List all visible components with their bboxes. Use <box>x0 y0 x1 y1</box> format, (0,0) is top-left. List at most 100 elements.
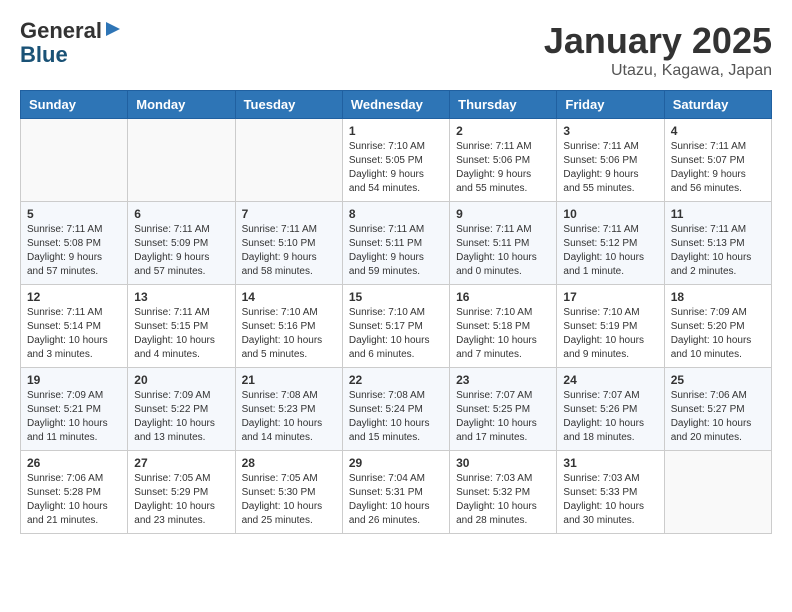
day-info: Sunrise: 7:10 AM Sunset: 5:18 PM Dayligh… <box>456 306 550 362</box>
calendar-cell: 5Sunrise: 7:11 AM Sunset: 5:08 PM Daylig… <box>21 202 128 285</box>
day-info: Sunrise: 7:06 AM Sunset: 5:27 PM Dayligh… <box>671 389 765 445</box>
day-number: 11 <box>671 207 765 221</box>
day-info: Sunrise: 7:10 AM Sunset: 5:16 PM Dayligh… <box>242 306 336 362</box>
day-number: 15 <box>349 290 443 304</box>
calendar-week-row: 26 Sunrise: 7:06 AM Sunset: 5:28 PM Dayli… <box>21 451 772 534</box>
day-number: 30 <box>456 456 550 470</box>
day-info: Sunrise: 7:06 AM Sunset: 5:28 PM Dayligh… <box>27 472 121 528</box>
day-of-week-header: Monday <box>128 91 235 119</box>
day-info: Sunrise: 7:11 AM Sunset: 5:08 PM Dayligh… <box>27 223 121 279</box>
day-number: 24 <box>563 373 657 387</box>
logo-general: General <box>20 20 102 42</box>
day-number: 3 <box>563 124 657 138</box>
calendar-cell: 4 Sunrise: 7:11 AM Sunset: 5:07 PM Daylig… <box>664 119 771 202</box>
calendar-cell: 7Sunrise: 7:11 AM Sunset: 5:10 PM Daylig… <box>235 202 342 285</box>
calendar-cell: 30 Sunrise: 7:03 AM Sunset: 5:32 PM Dayli… <box>450 451 557 534</box>
day-info: Sunrise: 7:04 AM Sunset: 5:31 PM Dayligh… <box>349 472 443 528</box>
logo: General Blue <box>20 20 122 68</box>
calendar-cell: 15 Sunrise: 7:10 AM Sunset: 5:17 PM Dayli… <box>342 285 449 368</box>
day-number: 26 <box>27 456 121 470</box>
day-info: Sunrise: 7:08 AM Sunset: 5:23 PM Dayligh… <box>242 389 336 445</box>
calendar-cell: 12 Sunrise: 7:11 AM Sunset: 5:14 PM Dayli… <box>21 285 128 368</box>
day-number: 13 <box>134 290 228 304</box>
day-number: 29 <box>349 456 443 470</box>
day-of-week-header: Wednesday <box>342 91 449 119</box>
calendar-cell <box>664 451 771 534</box>
calendar-week-row: 1 Sunrise: 7:10 AM Sunset: 5:05 PM Daylig… <box>21 119 772 202</box>
day-info: Sunrise: 7:10 AM Sunset: 5:05 PM Dayligh… <box>349 140 443 196</box>
day-number: 12 <box>27 290 121 304</box>
calendar-cell: 17 Sunrise: 7:10 AM Sunset: 5:19 PM Dayli… <box>557 285 664 368</box>
day-of-week-header: Saturday <box>664 91 771 119</box>
calendar-cell: 18 Sunrise: 7:09 AM Sunset: 5:20 PM Dayli… <box>664 285 771 368</box>
day-info: Sunrise: 7:11 AM Sunset: 5:12 PM Dayligh… <box>563 223 657 279</box>
title-block: January 2025 Utazu, Kagawa, Japan <box>544 20 772 80</box>
calendar-cell: 10 Sunrise: 7:11 AM Sunset: 5:12 PM Dayli… <box>557 202 664 285</box>
day-number: 9 <box>456 207 550 221</box>
day-info: Sunrise: 7:09 AM Sunset: 5:22 PM Dayligh… <box>134 389 228 445</box>
day-info: Sunrise: 7:03 AM Sunset: 5:32 PM Dayligh… <box>456 472 550 528</box>
day-info: Sunrise: 7:09 AM Sunset: 5:20 PM Dayligh… <box>671 306 765 362</box>
day-info: Sunrise: 7:11 AM Sunset: 5:06 PM Dayligh… <box>456 140 550 196</box>
day-info: Sunrise: 7:08 AM Sunset: 5:24 PM Dayligh… <box>349 389 443 445</box>
calendar-cell: 31 Sunrise: 7:03 AM Sunset: 5:33 PM Dayli… <box>557 451 664 534</box>
day-number: 16 <box>456 290 550 304</box>
calendar-cell: 28Sunrise: 7:05 AM Sunset: 5:30 PM Dayli… <box>235 451 342 534</box>
month-title: January 2025 <box>544 20 772 62</box>
day-info: Sunrise: 7:11 AM Sunset: 5:06 PM Dayligh… <box>563 140 657 196</box>
day-number: 25 <box>671 373 765 387</box>
day-info: Sunrise: 7:09 AM Sunset: 5:21 PM Dayligh… <box>27 389 121 445</box>
day-number: 17 <box>563 290 657 304</box>
calendar-week-row: 19 Sunrise: 7:09 AM Sunset: 5:21 PM Dayli… <box>21 368 772 451</box>
calendar-cell: 25 Sunrise: 7:06 AM Sunset: 5:27 PM Dayli… <box>664 368 771 451</box>
calendar-cell: 1 Sunrise: 7:10 AM Sunset: 5:05 PM Daylig… <box>342 119 449 202</box>
day-number: 10 <box>563 207 657 221</box>
calendar-cell <box>128 119 235 202</box>
calendar-cell: 21 Sunrise: 7:08 AM Sunset: 5:23 PM Dayli… <box>235 368 342 451</box>
calendar-cell <box>235 119 342 202</box>
day-number: 19 <box>27 373 121 387</box>
calendar-cell: 29 Sunrise: 7:04 AM Sunset: 5:31 PM Dayli… <box>342 451 449 534</box>
calendar-cell: 6 Sunrise: 7:11 AM Sunset: 5:09 PM Daylig… <box>128 202 235 285</box>
day-number: 1 <box>349 124 443 138</box>
day-number: 8 <box>349 207 443 221</box>
day-number: 6 <box>134 207 228 221</box>
logo-blue: Blue <box>20 42 68 67</box>
day-of-week-header: Friday <box>557 91 664 119</box>
day-number: 21 <box>242 373 336 387</box>
day-info: Sunrise: 7:11 AM Sunset: 5:11 PM Dayligh… <box>456 223 550 279</box>
calendar-week-row: 12 Sunrise: 7:11 AM Sunset: 5:14 PM Dayli… <box>21 285 772 368</box>
logo-arrow-icon <box>104 20 122 42</box>
day-info: Sunrise: 7:11 AM Sunset: 5:11 PM Dayligh… <box>349 223 443 279</box>
day-number: 31 <box>563 456 657 470</box>
day-number: 28 <box>242 456 336 470</box>
day-number: 20 <box>134 373 228 387</box>
calendar-cell: 23 Sunrise: 7:07 AM Sunset: 5:25 PM Dayli… <box>450 368 557 451</box>
calendar-cell: 20 Sunrise: 7:09 AM Sunset: 5:22 PM Dayli… <box>128 368 235 451</box>
day-info: Sunrise: 7:11 AM Sunset: 5:09 PM Dayligh… <box>134 223 228 279</box>
calendar-week-row: 5Sunrise: 7:11 AM Sunset: 5:08 PM Daylig… <box>21 202 772 285</box>
day-info: Sunrise: 7:11 AM Sunset: 5:07 PM Dayligh… <box>671 140 765 196</box>
day-number: 18 <box>671 290 765 304</box>
day-number: 23 <box>456 373 550 387</box>
day-info: Sunrise: 7:11 AM Sunset: 5:15 PM Dayligh… <box>134 306 228 362</box>
calendar-cell: 3 Sunrise: 7:11 AM Sunset: 5:06 PM Daylig… <box>557 119 664 202</box>
day-info: Sunrise: 7:07 AM Sunset: 5:25 PM Dayligh… <box>456 389 550 445</box>
calendar-cell: 14 Sunrise: 7:10 AM Sunset: 5:16 PM Dayli… <box>235 285 342 368</box>
day-info: Sunrise: 7:11 AM Sunset: 5:14 PM Dayligh… <box>27 306 121 362</box>
day-number: 2 <box>456 124 550 138</box>
day-info: Sunrise: 7:11 AM Sunset: 5:13 PM Dayligh… <box>671 223 765 279</box>
calendar-cell: 8 Sunrise: 7:11 AM Sunset: 5:11 PM Daylig… <box>342 202 449 285</box>
calendar-cell: 9 Sunrise: 7:11 AM Sunset: 5:11 PM Daylig… <box>450 202 557 285</box>
calendar-cell: 22Sunrise: 7:08 AM Sunset: 5:24 PM Dayli… <box>342 368 449 451</box>
day-info: Sunrise: 7:03 AM Sunset: 5:33 PM Dayligh… <box>563 472 657 528</box>
day-number: 14 <box>242 290 336 304</box>
day-of-week-header: Tuesday <box>235 91 342 119</box>
calendar-table: SundayMondayTuesdayWednesdayThursdayFrid… <box>20 90 772 534</box>
calendar-cell: 16 Sunrise: 7:10 AM Sunset: 5:18 PM Dayli… <box>450 285 557 368</box>
day-info: Sunrise: 7:05 AM Sunset: 5:29 PM Dayligh… <box>134 472 228 528</box>
day-of-week-header: Sunday <box>21 91 128 119</box>
day-info: Sunrise: 7:10 AM Sunset: 5:17 PM Dayligh… <box>349 306 443 362</box>
day-number: 4 <box>671 124 765 138</box>
day-info: Sunrise: 7:10 AM Sunset: 5:19 PM Dayligh… <box>563 306 657 362</box>
